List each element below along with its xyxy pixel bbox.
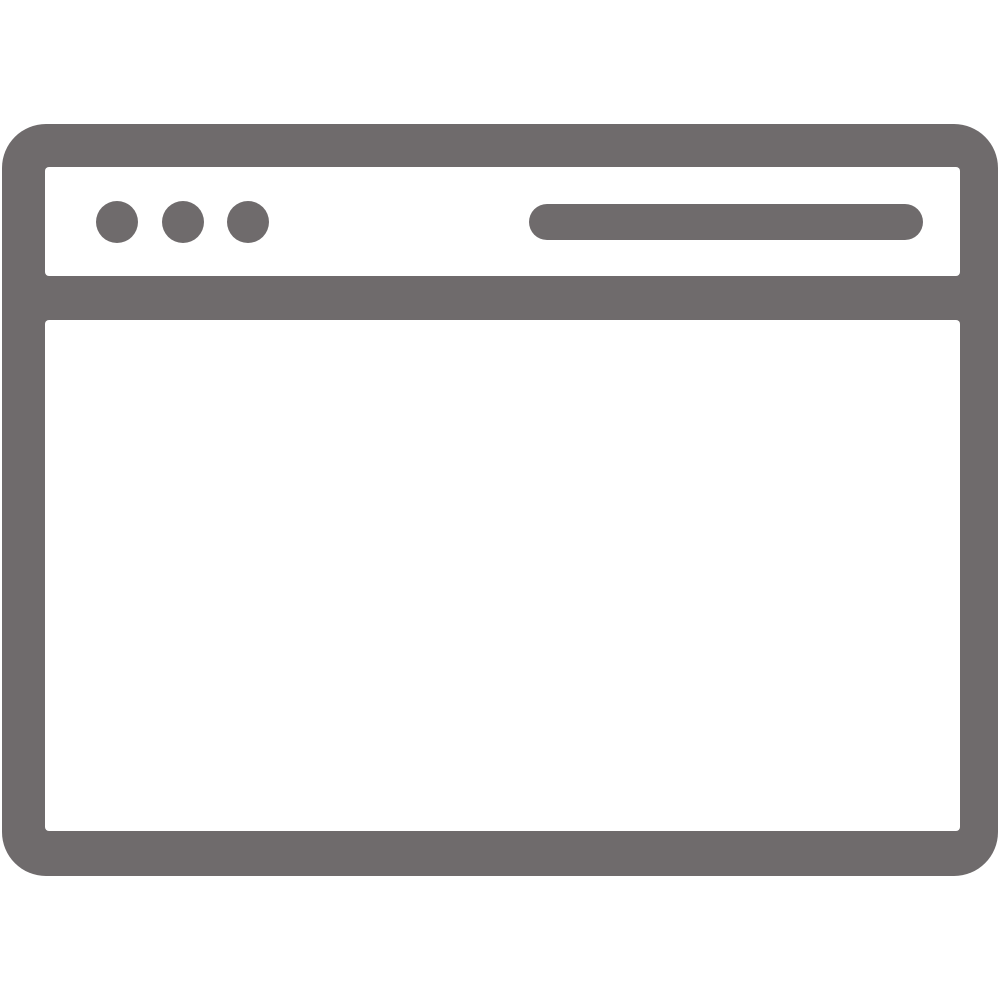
window-control-dot-icon: [96, 201, 138, 243]
address-bar-icon: [529, 204, 923, 240]
window-control-dot-icon: [162, 201, 204, 243]
window-control-dot-icon: [227, 201, 269, 243]
browser-window-icon: [0, 0, 1000, 1000]
content-pane: [45, 320, 960, 831]
